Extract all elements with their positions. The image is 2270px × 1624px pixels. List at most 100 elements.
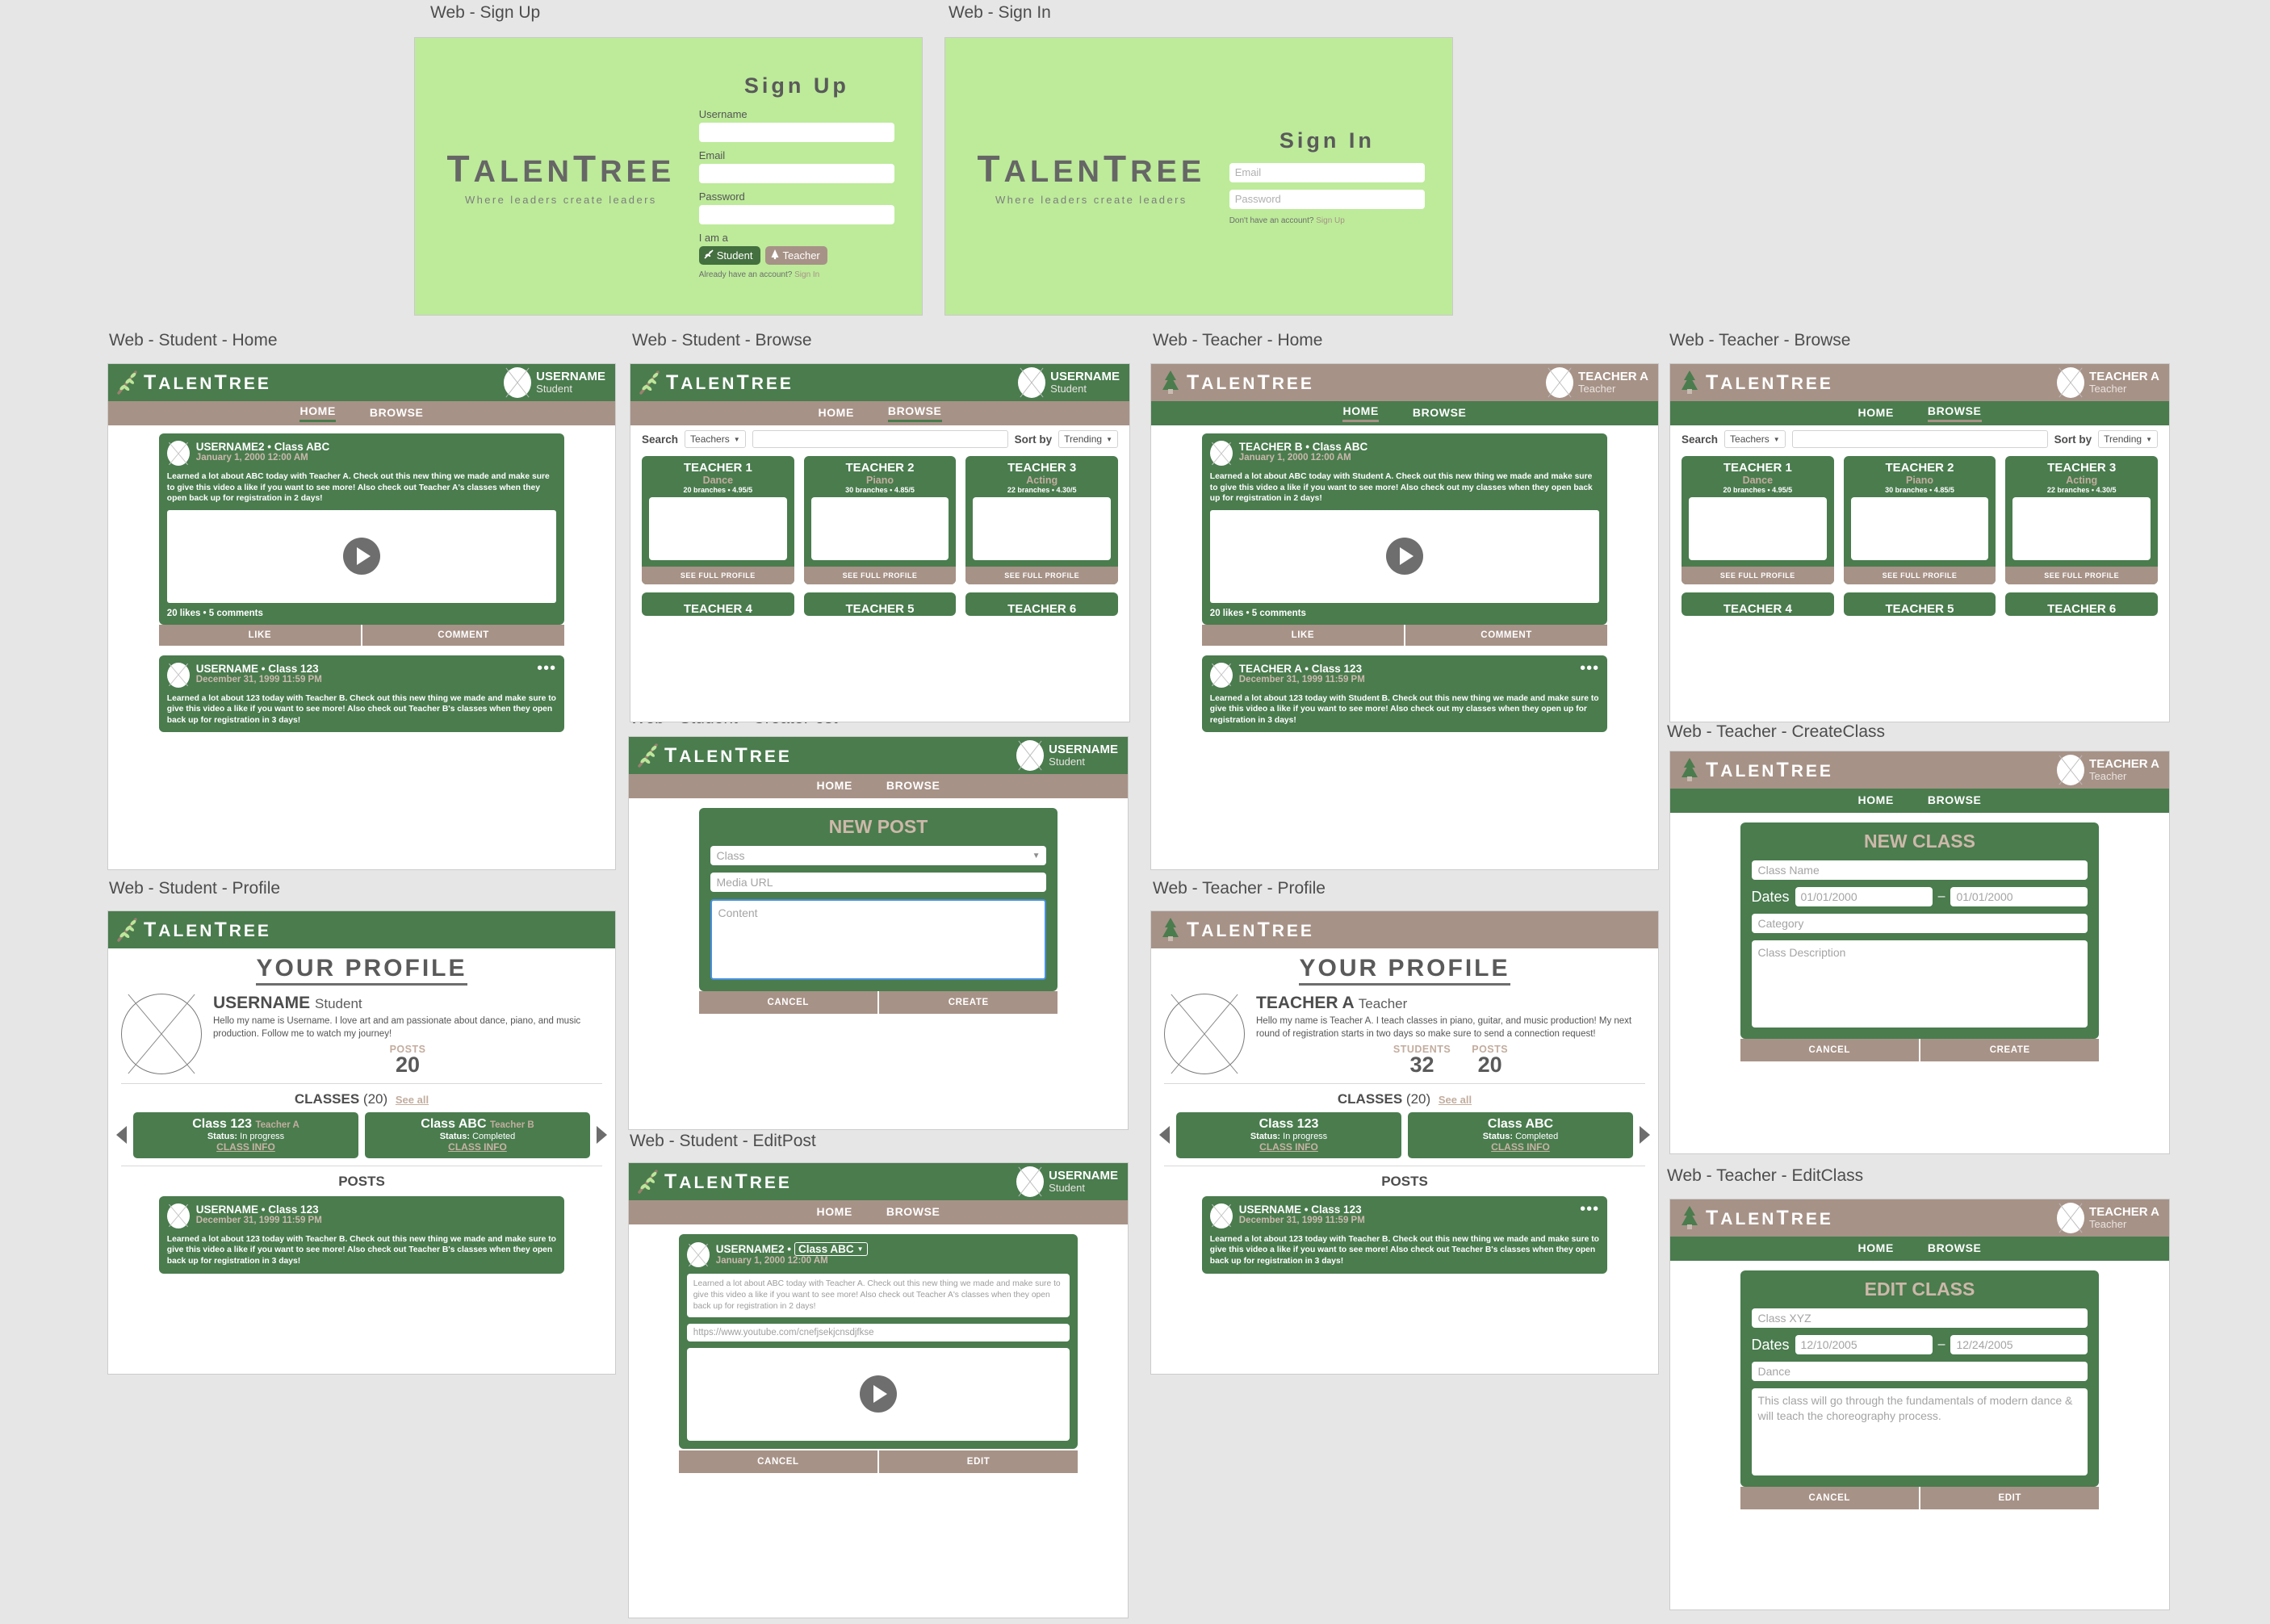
teacher-card[interactable]: TEACHER 5 (1843, 592, 1996, 616)
like-button[interactable]: LIKE (1201, 624, 1404, 646)
cancel-button[interactable]: CANCEL (1740, 1039, 1919, 1061)
teacher-card[interactable]: TEACHER 3 Acting 22 branches • 4.30/5 SE… (965, 456, 1119, 584)
carousel-prev-icon[interactable] (116, 1126, 127, 1145)
content-textarea[interactable]: Learned a lot about ABC today with Teach… (686, 1274, 1070, 1317)
teacher-card[interactable]: TEACHER 2 Piano 30 branches • 4.85/5 SEE… (803, 456, 957, 584)
description-textarea[interactable]: This class will go through the fundament… (1751, 1388, 2088, 1475)
tab-browse[interactable]: BROWSE (887, 404, 942, 422)
post-options-icon[interactable]: ••• (537, 660, 556, 676)
tab-browse[interactable]: BROWSE (1413, 406, 1467, 421)
tab-home[interactable]: HOME (1857, 1241, 1893, 1257)
search-input[interactable] (1791, 430, 2048, 448)
role-student-button[interactable]: Student (698, 246, 760, 265)
class-name-input[interactable]: Class Name (1751, 860, 2088, 880)
user-menu[interactable]: TEACHER A Teacher (2057, 367, 2159, 398)
class-select[interactable]: Class ▼ (710, 846, 1047, 865)
role-teacher-button[interactable]: Teacher (764, 246, 827, 265)
see-all-link[interactable]: See all (396, 1094, 429, 1106)
class-card[interactable]: Class 123 Status: In progress CLASS INFO (1176, 1111, 1401, 1158)
category-input[interactable]: Dance (1751, 1362, 2088, 1381)
teacher-card[interactable]: TEACHER 6 (965, 592, 1119, 616)
logo-group[interactable]: TALENTREE (639, 370, 794, 396)
play-icon[interactable] (1385, 538, 1423, 576)
see-full-profile-button[interactable]: SEE FULL PROFILE (803, 567, 957, 584)
user-menu[interactable]: TEACHER A Teacher (2057, 1203, 2159, 1233)
class-info-link[interactable]: CLASS INFO (140, 1141, 352, 1153)
search-input[interactable] (752, 430, 1008, 448)
sort-select[interactable]: Trending ▼ (2098, 430, 2158, 448)
logo-group[interactable]: TALENTREE (1678, 1205, 1833, 1231)
logo-group[interactable]: TALENTREE (1159, 370, 1314, 396)
carousel-next-icon[interactable] (597, 1126, 607, 1145)
class-card[interactable]: Class 123 Teacher A Status: In progress … (133, 1111, 358, 1158)
tab-home[interactable]: HOME (1857, 406, 1893, 421)
user-menu[interactable]: USERNAME Student (1018, 367, 1120, 398)
teacher-card[interactable]: TEACHER 3 Acting 22 branches • 4.30/5 SE… (2005, 456, 2159, 584)
see-full-profile-button[interactable]: SEE FULL PROFILE (1843, 567, 1996, 584)
class-info-link[interactable]: CLASS INFO (1414, 1141, 1627, 1153)
date-start-input[interactable]: 12/10/2005 (1795, 1335, 1933, 1354)
date-end-input[interactable]: 12/24/2005 (1950, 1335, 2088, 1354)
tab-browse[interactable]: BROWSE (886, 1205, 940, 1220)
see-full-profile-button[interactable]: SEE FULL PROFILE (2005, 567, 2159, 584)
signin-link[interactable]: Sign In (794, 270, 819, 279)
teacher-card[interactable]: TEACHER 6 (2005, 592, 2159, 616)
post-media[interactable] (1209, 509, 1600, 603)
search-filter-select[interactable]: Teachers ▼ (1724, 430, 1786, 448)
username-input[interactable] (698, 123, 894, 142)
class-info-link[interactable]: CLASS INFO (371, 1141, 584, 1153)
user-menu[interactable]: USERNAME Student (504, 367, 605, 398)
user-menu[interactable]: TEACHER A Teacher (2057, 755, 2159, 785)
content-textarea[interactable]: Content (710, 899, 1047, 980)
user-menu[interactable]: TEACHER A Teacher (1546, 367, 1648, 398)
logo-group[interactable]: TALENTREE (1678, 370, 1833, 396)
tab-browse[interactable]: BROWSE (1928, 1241, 1982, 1257)
post-options-icon[interactable]: ••• (1580, 660, 1599, 676)
signup-link[interactable]: Sign Up (1316, 216, 1345, 225)
see-full-profile-button[interactable]: SEE FULL PROFILE (965, 567, 1119, 584)
create-button[interactable]: CREATE (1919, 1039, 2100, 1061)
tab-home[interactable]: HOME (1342, 404, 1379, 422)
teacher-card[interactable]: TEACHER 4 (1682, 592, 1834, 616)
tab-browse[interactable]: BROWSE (1928, 793, 1982, 809)
teacher-card[interactable]: TEACHER 2 Piano 30 branches • 4.85/5 SEE… (1843, 456, 1996, 584)
carousel-next-icon[interactable] (1640, 1126, 1650, 1145)
teacher-card[interactable]: TEACHER 1 Dance 20 branches • 4.95/5 SEE… (642, 456, 794, 584)
logo-group[interactable]: TALENTREE (637, 743, 792, 768)
see-full-profile-button[interactable]: SEE FULL PROFILE (642, 567, 794, 584)
play-icon[interactable] (859, 1375, 897, 1413)
edit-button[interactable]: EDIT (1919, 1487, 2100, 1509)
sort-select[interactable]: Trending ▼ (1058, 430, 1118, 448)
password-input[interactable]: Password (1229, 189, 1425, 209)
media-url-input[interactable]: https://www.youtube.com/cnefjsekjcnsdjfk… (686, 1323, 1070, 1341)
search-filter-select[interactable]: Teachers ▼ (685, 430, 746, 448)
logo-group[interactable]: TALENTREE (1678, 757, 1833, 783)
class-select-chip[interactable]: Class ABC ▼ (794, 1242, 868, 1256)
user-menu[interactable]: USERNAME Student (1016, 740, 1118, 771)
password-input[interactable] (698, 205, 894, 224)
tab-browse[interactable]: BROWSE (886, 779, 940, 794)
media-url-input[interactable]: Media URL (710, 873, 1047, 892)
email-input[interactable] (698, 164, 894, 183)
edit-button[interactable]: EDIT (877, 1450, 1078, 1473)
see-full-profile-button[interactable]: SEE FULL PROFILE (1682, 567, 1834, 584)
create-button[interactable]: CREATE (877, 991, 1058, 1014)
class-card[interactable]: Class ABC Teacher B Status: Completed CL… (365, 1111, 590, 1158)
category-input[interactable]: Category (1751, 914, 2088, 933)
cancel-button[interactable]: CANCEL (678, 1450, 877, 1473)
logo-group[interactable]: TALENTREE (116, 370, 271, 396)
class-card[interactable]: Class ABC Status: Completed CLASS INFO (1408, 1111, 1633, 1158)
tab-browse[interactable]: BROWSE (370, 406, 424, 421)
see-all-link[interactable]: See all (1439, 1094, 1472, 1106)
tab-home[interactable]: HOME (299, 404, 336, 422)
user-menu[interactable]: USERNAME Student (1016, 1166, 1118, 1197)
play-icon[interactable] (342, 538, 380, 576)
comment-button[interactable]: COMMENT (361, 624, 565, 646)
date-start-input[interactable]: 01/01/2000 (1795, 887, 1933, 906)
teacher-card[interactable]: TEACHER 4 (642, 592, 794, 616)
post-media[interactable] (686, 1347, 1070, 1441)
class-name-input[interactable]: Class XYZ (1751, 1308, 2088, 1328)
date-end-input[interactable]: 01/01/2000 (1950, 887, 2088, 906)
logo-group[interactable]: TALENTREE (637, 1169, 792, 1195)
teacher-card[interactable]: TEACHER 1 Dance 20 branches • 4.95/5 SEE… (1682, 456, 1834, 584)
